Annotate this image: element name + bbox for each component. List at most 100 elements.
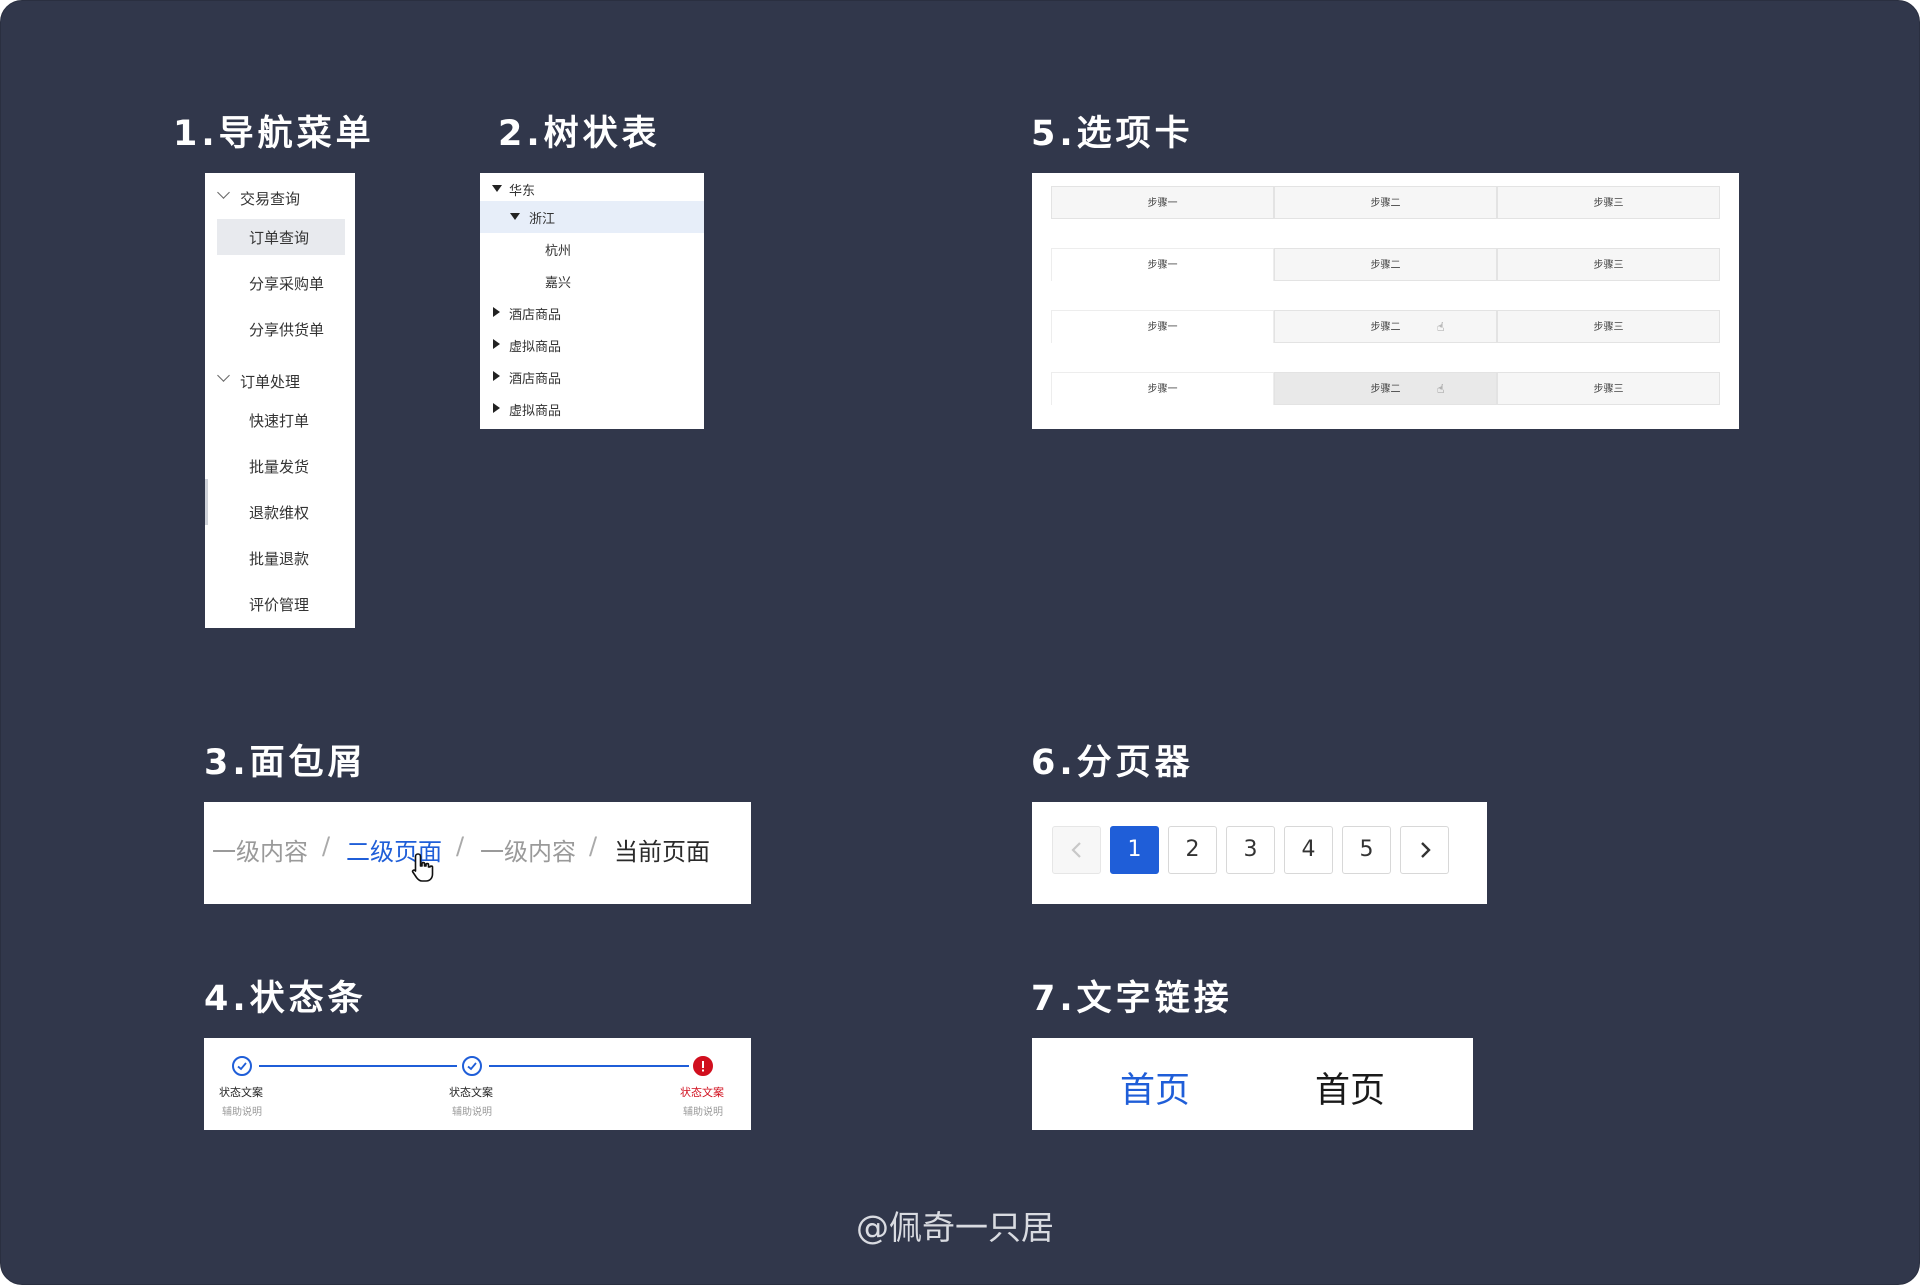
tab-step-one[interactable]: 步骤一 [1051,372,1274,405]
page-button-2[interactable]: 2 [1168,826,1217,874]
nav-item-label: 分享采购单 [249,275,325,293]
error-exclamation-icon [693,1056,713,1076]
nav-group-trade-query[interactable]: 交易查询 [205,182,355,212]
nav-item-label: 评价管理 [249,596,310,614]
step-subtitle: 辅助说明 [222,1107,262,1118]
canvas-board: 1.导航菜单 2.树状表 5.选项卡 3.面包屑 6.分页器 4.状态条 7.文… [0,0,1920,1285]
tree-node-label: 嘉兴 [545,276,572,291]
tree-node-hotel-goods[interactable]: 酒店商品 [480,297,704,329]
text-links: 首页 首页 [1032,1038,1473,1130]
author-credit: @佩奇一只居 [856,1208,1054,1247]
tree-node-label: 虚拟商品 [509,404,562,419]
nav-item-batch-refund[interactable]: 批量退款 [217,540,345,576]
heading-links: 7.文字链接 [1031,979,1233,1019]
nav-item-label: 批量发货 [249,458,310,476]
tree-node-hangzhou[interactable]: 杭州 [480,233,704,265]
pointer-hand-icon [411,853,434,882]
step-title: 状态文案 [449,1086,493,1099]
heading-pager: 6.分页器 [1031,743,1194,783]
tab-step-three[interactable]: 步骤三 [1497,310,1720,343]
status-steps: 状态文案 辅助说明 状态文案 辅助说明 状态文案 辅助说明 [204,1038,751,1130]
nav-menu: 交易查询 订单查询 分享采购单 分享供货单 订单处理 快速打单 批量发货 退款维… [205,173,355,628]
breadcrumb-item-level1[interactable]: 一级内容 [212,832,308,867]
nav-item-share-supply[interactable]: 分享供货单 [217,311,345,347]
page-button-1[interactable]: 1 [1110,826,1159,874]
tab-bar-selected: 步骤一 步骤二 步骤三 [1051,248,1721,281]
page-button-5[interactable]: 5 [1342,826,1391,874]
prev-page-button[interactable] [1052,826,1101,874]
nav-item-label: 批量退款 [249,550,310,568]
breadcrumb: 一级内容 / 二级页面 / 一级内容 / 当前页面 [204,802,751,904]
nav-item-label: 分享供货单 [249,321,325,339]
nav-item-review-manage[interactable]: 评价管理 [217,586,345,622]
chevron-down-icon [217,186,230,199]
tab-bar-hover: 步骤一 步骤二 步骤三 ☝ [1051,310,1721,343]
nav-group-order-process[interactable]: 订单处理 [205,365,355,395]
step-subtitle: 辅助说明 [452,1107,492,1118]
tree-node-virtual-goods[interactable]: 虚拟商品 [480,329,704,361]
step-connector [489,1065,689,1067]
caret-right-icon [493,339,500,349]
page-button-4[interactable]: 4 [1284,826,1333,874]
check-circle-icon [232,1056,252,1076]
caret-right-icon [493,371,500,381]
chevron-down-icon [217,369,230,382]
nav-item-share-purchase[interactable]: 分享采购单 [217,265,345,301]
tab-step-two[interactable]: 步骤二 [1274,310,1497,343]
nav-item-label: 退款维权 [249,504,310,522]
tree-node-zhejiang[interactable]: 浙江 [480,201,704,233]
caret-down-icon [510,213,520,220]
step-title: 状态文案 [219,1086,263,1099]
tree-node-jiaxing[interactable]: 嘉兴 [480,265,704,297]
heading-tabs: 5.选项卡 [1031,114,1194,154]
caret-right-icon [493,307,500,317]
tab-step-two[interactable]: 步骤二 [1274,372,1497,405]
step-title-error: 状态文案 [680,1086,724,1099]
tab-step-one[interactable]: 步骤一 [1051,186,1274,219]
heading-steps: 4.状态条 [204,979,367,1019]
nav-item-quick-print[interactable]: 快速打单 [217,402,345,438]
breadcrumb-separator: / [589,832,598,860]
tree-node-virtual-goods[interactable]: 虚拟商品 [480,393,704,425]
nav-item-order-query[interactable]: 订单查询 [217,219,345,255]
tree-node-hotel-goods[interactable]: 酒店商品 [480,361,704,393]
tree-node-label: 华东 [509,184,536,199]
breadcrumb-item-current: 当前页面 [614,838,710,866]
home-link-active[interactable]: 首页 [1120,1062,1190,1113]
home-link[interactable]: 首页 [1315,1062,1385,1113]
page-button-3[interactable]: 3 [1226,826,1275,874]
nav-item-refund-rights[interactable]: 退款维权 [217,494,345,530]
tab-bar-pressed: 步骤一 步骤二 步骤三 ☝ [1051,372,1721,405]
tree-node-label: 虚拟商品 [509,340,562,355]
nav-item-label: 快速打单 [249,412,310,430]
tab-step-three[interactable]: 步骤三 [1497,372,1720,405]
heading-tree: 2.树状表 [498,114,661,154]
next-page-button[interactable] [1400,826,1449,874]
tree-node-label: 酒店商品 [509,372,562,387]
tree-node-label: 酒店商品 [509,308,562,323]
tree-node-label: 浙江 [529,212,556,227]
hand-cursor-icon: ☝ [1437,320,1445,334]
nav-group-label: 交易查询 [240,190,301,208]
chevron-left-icon [1070,842,1081,858]
breadcrumb-item-level1[interactable]: 一级内容 [480,832,576,867]
check-circle-icon [462,1056,482,1076]
nav-item-batch-ship[interactable]: 批量发货 [217,448,345,484]
tab-step-three[interactable]: 步骤三 [1497,186,1720,219]
pagination: 1 2 3 4 5 [1032,802,1487,904]
tab-step-two[interactable]: 步骤二 [1274,248,1497,281]
tab-step-one[interactable]: 步骤一 [1051,310,1274,343]
caret-right-icon [493,403,500,413]
breadcrumb-separator: / [322,832,331,860]
caret-down-icon [492,185,502,192]
step-connector [259,1065,457,1067]
heading-breadcrumb: 3.面包屑 [204,743,367,783]
breadcrumb-separator: / [456,832,465,860]
nav-group-label: 订单处理 [240,373,301,391]
nav-indicator [205,479,208,525]
tab-step-one[interactable]: 步骤一 [1051,248,1274,281]
tree-table: 华东 浙江 杭州 嘉兴 酒店商品 虚拟商品 酒店商品 虚拟商品 [480,173,704,429]
nav-item-label: 订单查询 [249,229,310,247]
tab-step-two[interactable]: 步骤二 [1274,186,1497,219]
tab-step-three[interactable]: 步骤三 [1497,248,1720,281]
